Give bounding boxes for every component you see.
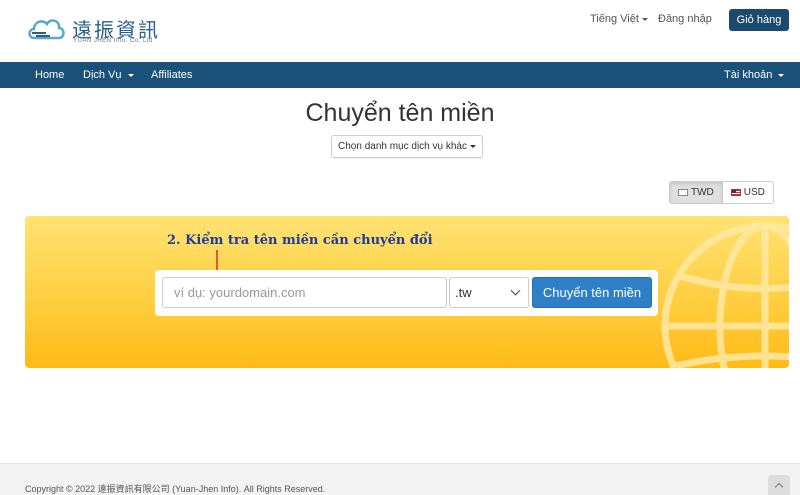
top-header: 遠振資訊 YUAN JHEN Info. Co. Ltd Tiếng Việt … (0, 0, 800, 62)
chevron-down-icon (510, 285, 521, 296)
chevron-up-icon (774, 482, 784, 492)
currency-twd-button[interactable]: TWD (669, 181, 723, 204)
page-title: Chuyển tên miền (305, 99, 495, 127)
caret-down-icon (127, 73, 134, 77)
tw-flag-icon (678, 189, 688, 196)
us-flag-icon (730, 189, 741, 196)
main-navbar: Home Dịch Vụ Affiliates Tài khoản (0, 62, 800, 88)
caret-down-icon (778, 73, 785, 77)
currency-twd-label: TWD (691, 187, 714, 198)
footer: Copyright © 2022 遠振資訊有限公司 (Yuan-Jhen Inf… (0, 463, 800, 495)
nav-affiliates[interactable]: Affiliates (151, 69, 192, 81)
currency-usd-label: USD (743, 187, 765, 198)
currency-toggle: TWD USD (669, 181, 774, 204)
brand-logo[interactable]: 遠振資訊 YUAN JHEN Info. Co. Ltd (26, 12, 186, 48)
domain-input[interactable]: ví dụ: yourdomain.com (162, 277, 447, 308)
nav-services[interactable]: Dịch Vụ (83, 69, 134, 81)
language-label: Tiếng Việt (590, 13, 639, 25)
category-dropdown-button[interactable]: Chọn danh mục dịch vụ khác (331, 135, 483, 158)
nav-account[interactable]: Tài khoản (724, 69, 785, 81)
back-to-top-button[interactable] (768, 475, 790, 495)
cloud-logo-icon (28, 19, 65, 40)
category-label: Chọn danh mục dịch vụ khác (338, 141, 467, 152)
currency-usd-button[interactable]: USD (722, 181, 774, 204)
nav-home[interactable]: Home (35, 69, 64, 81)
tld-selected-value: .tw (455, 285, 472, 300)
nav-account-label: Tài khoản (724, 69, 773, 81)
caret-down-icon (641, 17, 648, 21)
login-link[interactable]: Đăng nhập (658, 13, 712, 25)
cart-button[interactable]: Giỏ hàng (729, 9, 789, 31)
nav-services-label: Dịch Vụ (83, 69, 122, 81)
copyright-text: Copyright © 2022 遠振資訊有限公司 (Yuan-Jhen Inf… (25, 484, 326, 494)
language-dropdown[interactable]: Tiếng Việt (590, 13, 648, 25)
transfer-domain-button[interactable]: Chuyển tên miền (532, 277, 652, 308)
globe-icon (661, 222, 789, 368)
brand-subtitle: YUAN JHEN Info. Co. Ltd (73, 38, 153, 44)
step-label: 2. Kiểm tra tên miền cần chuyển đổi (167, 233, 433, 248)
tld-select[interactable]: .tw (449, 277, 529, 308)
caret-down-icon (469, 145, 476, 148)
